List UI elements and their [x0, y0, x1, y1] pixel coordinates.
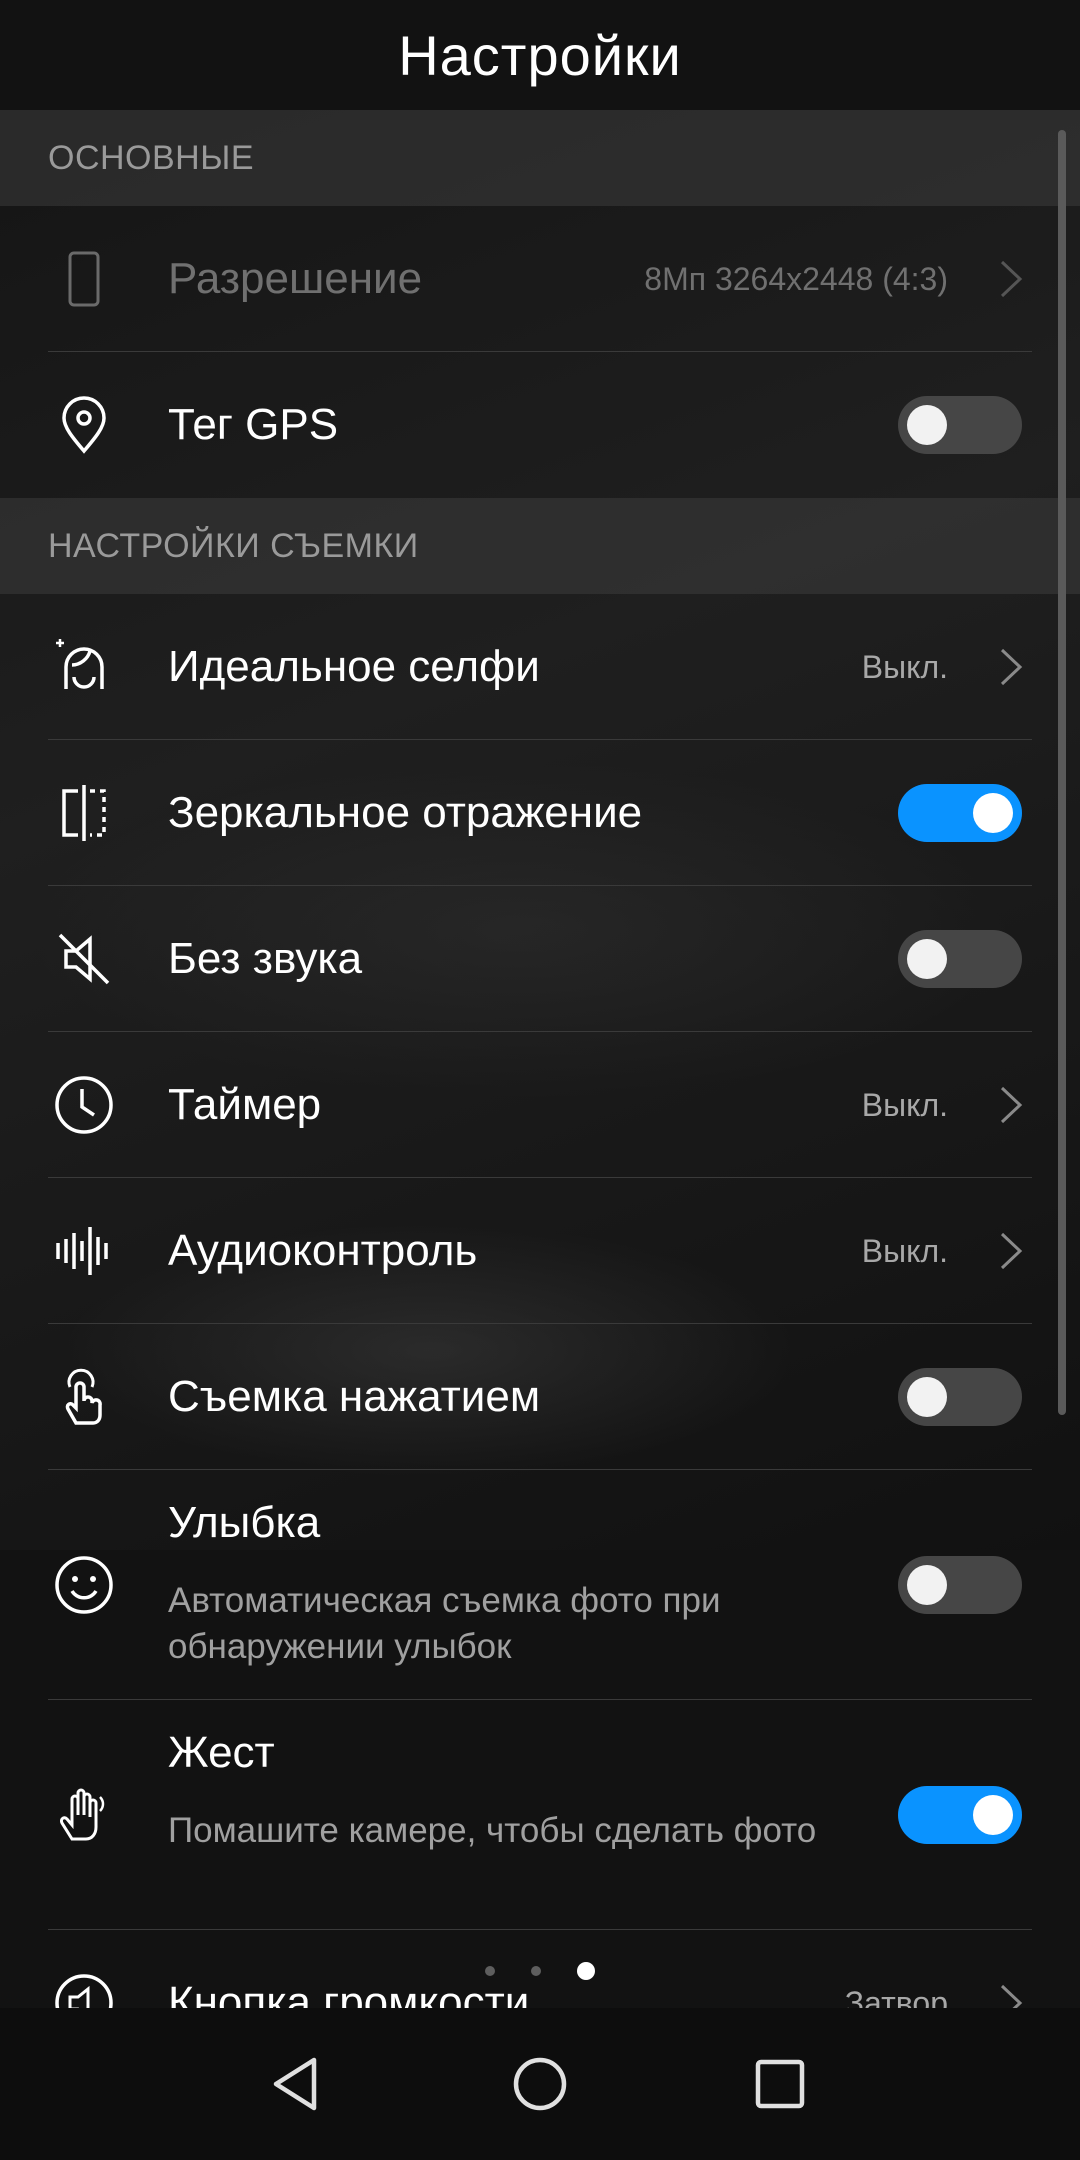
phone-outline-icon — [50, 245, 118, 313]
setting-label: Разрешение — [168, 254, 423, 303]
setting-label: Зеркальное отражение — [168, 788, 643, 837]
setting-audio-control[interactable]: Аудиоконтроль Выкл. — [0, 1178, 1080, 1324]
section-header-shooting: НАСТРОЙКИ СЪЕМКИ — [0, 498, 1080, 594]
setting-smile[interactable]: Улыбка Автоматическая съемка фото при об… — [0, 1470, 1080, 1700]
chevron-right-icon — [992, 644, 1028, 690]
toggle-knob — [907, 1377, 947, 1417]
toggle-knob — [907, 405, 947, 445]
gesture-toggle[interactable] — [898, 1786, 1022, 1844]
top-bar: Настройки — [0, 0, 1080, 110]
setting-value: Затвор — [844, 1984, 948, 2009]
touch-capture-toggle[interactable] — [898, 1368, 1022, 1426]
sound-wave-icon — [50, 1217, 118, 1285]
setting-perfect-selfie[interactable]: Идеальное селфи Выкл. — [0, 594, 1080, 740]
setting-label: Съемка нажатием — [168, 1372, 541, 1421]
setting-description: Помашите камере, чтобы сделать фото — [168, 1811, 817, 1850]
setting-label: Тег GPS — [168, 400, 339, 449]
setting-value: Выкл. — [861, 1086, 948, 1123]
setting-value: Выкл. — [861, 648, 948, 685]
mirror-icon — [50, 779, 118, 847]
setting-resolution[interactable]: Разрешение 8Мп 3264x2448 (4:3) — [0, 206, 1080, 352]
setting-label: Улыбка — [168, 1498, 321, 1547]
page-dot[interactable] — [485, 1966, 495, 1976]
settings-list[interactable]: ОСНОВНЫЕ Разрешение 8Мп 3264x2448 (4:3) … — [0, 110, 1080, 2008]
setting-label: Таймер — [168, 1080, 322, 1129]
gps-toggle[interactable] — [898, 396, 1022, 454]
setting-value: Выкл. — [861, 1232, 948, 1269]
scrollbar[interactable] — [1058, 130, 1066, 1415]
back-icon[interactable] — [262, 2048, 334, 2120]
setting-label: Идеальное селфи — [168, 642, 540, 691]
setting-gesture[interactable]: Жест Помашите камере, чтобы сделать фото — [0, 1700, 1080, 1930]
speaker-muted-icon — [50, 925, 118, 993]
page-title: Настройки — [398, 23, 682, 87]
silent-toggle[interactable] — [898, 930, 1022, 988]
setting-timer[interactable]: Таймер Выкл. — [0, 1032, 1080, 1178]
system-navigation-bar — [0, 2008, 1080, 2160]
touch-finger-icon — [50, 1363, 118, 1431]
setting-gps-tag[interactable]: Тег GPS — [0, 352, 1080, 498]
recents-icon[interactable] — [744, 2048, 816, 2120]
setting-silent[interactable]: Без звука — [0, 886, 1080, 1032]
chevron-right-icon — [992, 256, 1028, 302]
setting-touch-capture[interactable]: Съемка нажатием — [0, 1324, 1080, 1470]
setting-description: Автоматическая съемка фото при обнаружен… — [168, 1581, 721, 1666]
section-header-basic: ОСНОВНЫЕ — [0, 110, 1080, 206]
toggle-knob — [907, 1565, 947, 1605]
setting-value: 8Мп 3264x2448 (4:3) — [644, 260, 948, 297]
toggle-knob — [973, 1795, 1013, 1835]
setting-label: Кнопка громкости — [168, 1978, 530, 2008]
setting-label: Без звука — [168, 934, 363, 983]
face-sparkle-icon — [50, 633, 118, 701]
setting-label: Жест — [168, 1728, 275, 1777]
chevron-right-icon — [992, 1228, 1028, 1274]
setting-mirror[interactable]: Зеркальное отражение — [0, 740, 1080, 886]
chevron-right-icon — [992, 1082, 1028, 1128]
page-indicator — [0, 1962, 1080, 1980]
mirror-toggle[interactable] — [898, 784, 1022, 842]
chevron-right-icon — [992, 1980, 1028, 2008]
smile-icon — [50, 1551, 118, 1619]
clock-icon — [50, 1071, 118, 1139]
location-pin-icon — [50, 391, 118, 459]
hand-wave-icon — [50, 1781, 118, 1849]
smile-toggle[interactable] — [898, 1556, 1022, 1614]
page-dot-active[interactable] — [577, 1962, 595, 1980]
toggle-knob — [907, 939, 947, 979]
toggle-knob — [973, 793, 1013, 833]
home-icon[interactable] — [504, 2048, 576, 2120]
setting-label: Аудиоконтроль — [168, 1226, 478, 1275]
page-dot[interactable] — [531, 1966, 541, 1976]
